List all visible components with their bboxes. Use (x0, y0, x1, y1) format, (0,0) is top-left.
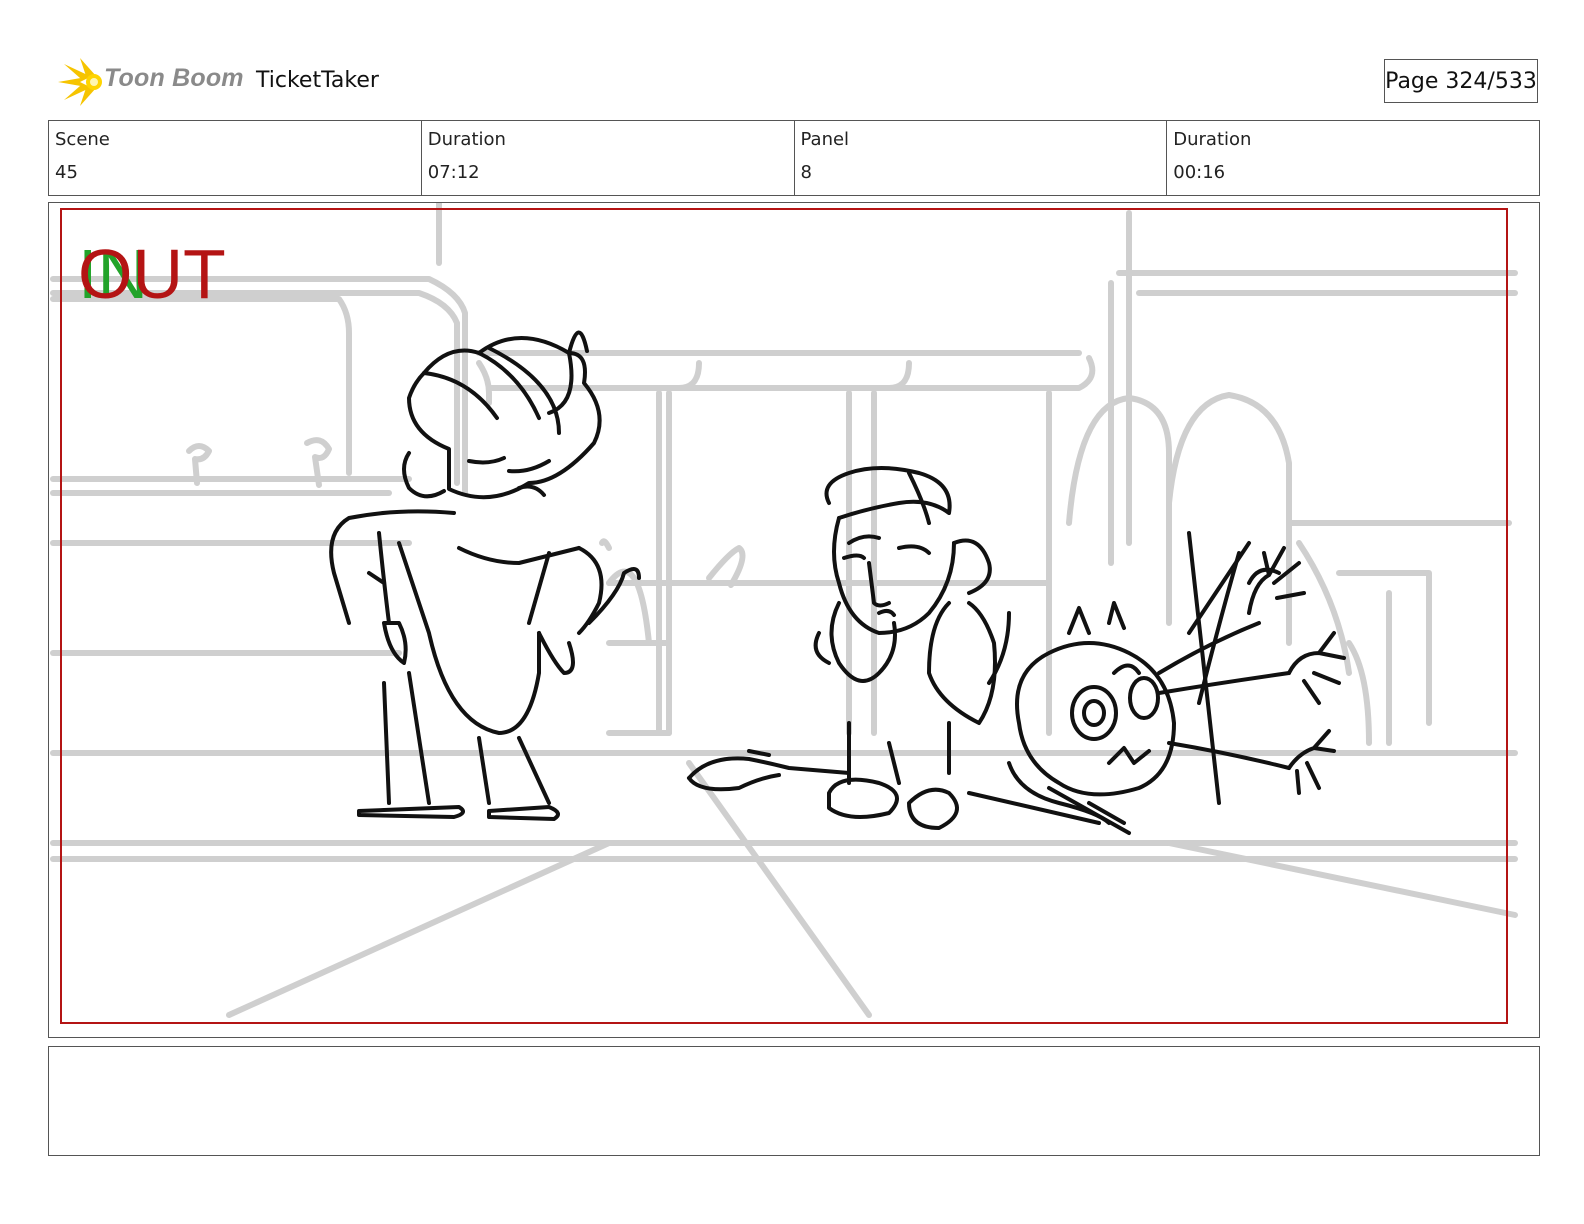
logo-wordmark: Toon Boom (104, 64, 244, 92)
project-title: TicketTaker (256, 68, 379, 93)
panel-value: 8 (800, 162, 812, 183)
in-out-marker: IN OUT (78, 234, 258, 314)
scene-info-table: Scene 45 Duration 07:12 Panel 8 Duration… (48, 120, 1540, 196)
scene-duration-label: Duration (427, 129, 506, 150)
panel-duration-cell: Duration 00:16 (1167, 121, 1539, 195)
panel-duration-value: 00:16 (1173, 162, 1226, 183)
panel-notes-box (48, 1046, 1540, 1156)
scene-duration-value: 07:12 (427, 162, 480, 183)
storyboard-panel (48, 202, 1540, 1038)
scene-duration-cell: Duration 07:12 (422, 121, 795, 195)
panel-cell: Panel 8 (795, 121, 1168, 195)
panel-sketch-image (50, 203, 1518, 1024)
scene-cell: Scene 45 (49, 121, 422, 195)
scene-value: 45 (55, 162, 78, 183)
panel-duration-label: Duration (1173, 129, 1252, 150)
panel-label: Panel (800, 129, 850, 150)
out-marker-label: OUT (78, 235, 226, 313)
page-indicator: Page 324/533 (1384, 59, 1538, 103)
scene-label: Scene (55, 129, 110, 150)
